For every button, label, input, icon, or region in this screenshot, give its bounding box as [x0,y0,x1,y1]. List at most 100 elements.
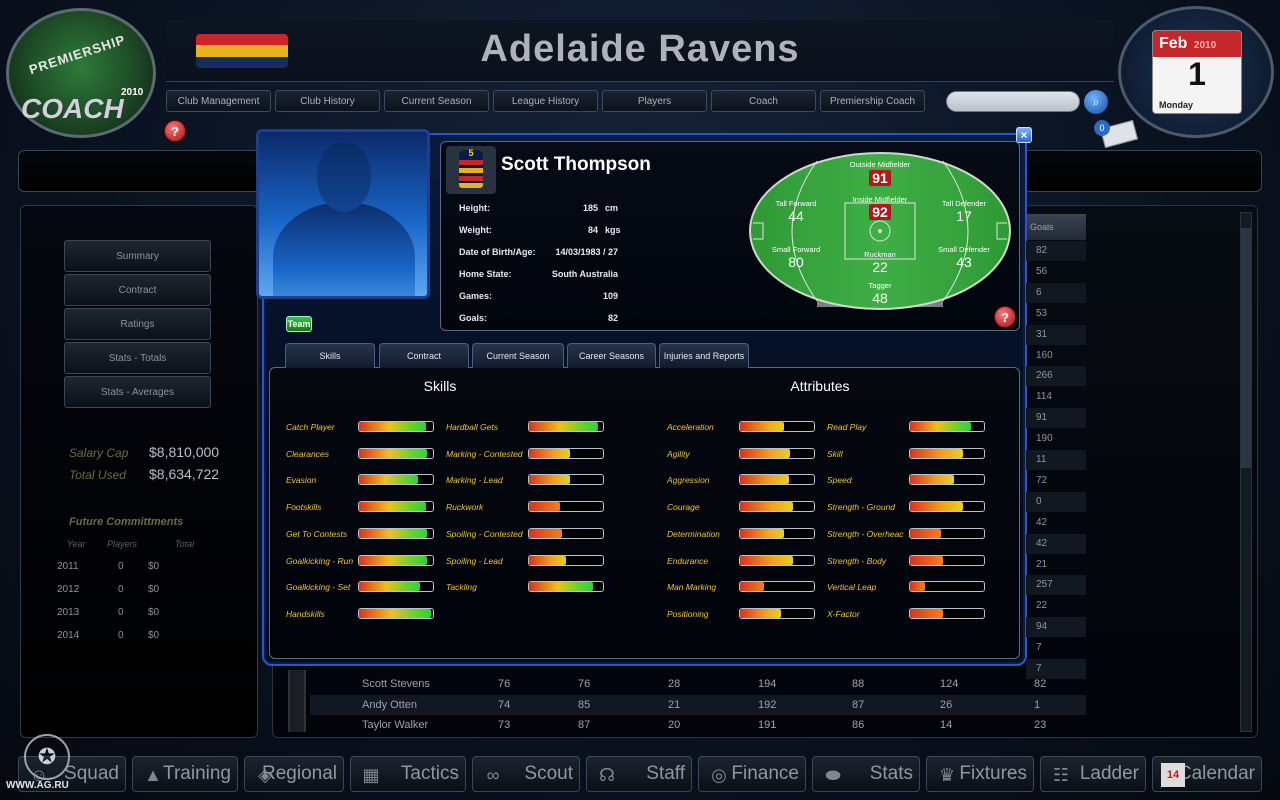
goals-cell: 11 [1036,454,1047,465]
nav-tactics[interactable]: ▦ Tactics [350,756,466,792]
info-unit: kgs [605,225,621,235]
close-icon[interactable]: × [1016,127,1032,143]
table-cell: 14 [940,719,953,731]
attribute-bar-aggression [739,474,815,486]
attribute-bar-fill [740,608,781,618]
skill-label-clearances: Clearances [286,448,329,459]
future-cell: 0 [118,607,124,618]
future-header-year: Year [67,539,86,549]
skill-label-handskills: Handskills [286,608,325,619]
stats-totals-button[interactable]: Stats - Totals [64,342,211,374]
attribute-label-strength-overheac: Strength - Overheac [827,528,904,539]
nav-calendar[interactable]: 14 Calendar [1152,756,1262,792]
search-input[interactable] [946,91,1080,112]
position-value-tagger: 48 [872,290,888,306]
attribute-bar-fill [910,608,944,618]
table-row[interactable]: Andy Otten 74 85 21 192 87 26 1 [310,694,1086,715]
attribute-label-x-factor: X-Factor [827,608,860,619]
skill-bar-tackling [528,581,604,593]
table-cell: 26 [940,698,953,711]
ratings-button[interactable]: Ratings [64,308,211,340]
attribute-label-skill: Skill [827,448,843,459]
player-portrait [256,129,430,299]
nav-finance[interactable]: ◎ Finance [698,756,806,792]
nav-staff[interactable]: ☊ Staff [586,756,692,792]
contract-button[interactable]: Contract [64,274,211,306]
team-button[interactable]: Team [286,316,312,332]
table-cell: Andy Otten [362,698,418,711]
future-cell: 0 [118,561,124,572]
info-label: Height: [459,203,490,213]
position-help-icon[interactable]: ? [994,306,1016,328]
stats-averages-button[interactable]: Stats - Averages [64,376,211,408]
nav-players[interactable]: Players [602,90,707,112]
cone-icon: ▲ [144,765,162,785]
column-header-goals[interactable]: Goals [1026,214,1086,240]
flag-stripe [196,45,288,57]
attribute-bar-fill [910,528,942,538]
table-cell: Taylor Walker [362,719,429,731]
future-cell: 0 [118,584,124,595]
goals-cell: 82 [1036,245,1048,256]
attribute-label-endurance: Endurance [667,555,709,566]
table-cell: 87 [578,719,591,731]
nav-coach[interactable]: Coach [711,90,816,112]
search-icon[interactable]: ⌕ [1084,90,1108,114]
skill-bar-fill [359,422,426,431]
nav-ladder[interactable]: ☷ Ladder [1040,756,1146,792]
goals-cell: 21 [1036,558,1048,570]
future-header-players: Players [107,539,138,549]
tab-injuries-and-reports[interactable]: Injuries and Reports [659,343,749,368]
tab-career-seasons[interactable]: Career Seasons [567,343,656,368]
skill-bar-fill [529,448,570,458]
future-cell: 2012 [57,584,80,595]
tab-current-season[interactable]: Current Season [472,343,564,368]
table-cell: 192 [758,698,777,711]
game-logo: PREMIERSHIP COACH 2010 [6,8,156,138]
headset-icon: ☊ [599,765,615,785]
total-used-value: $8,634,722 [149,466,220,482]
nav-fixtures[interactable]: ♛ Fixtures [926,756,1034,792]
mail-icon[interactable]: 0 [1094,119,1139,149]
nav-club-management[interactable]: Club Management [166,90,271,112]
info-value: 82 [607,313,618,323]
table-row[interactable]: Taylor Walker 73 87 20 191 86 14 23 [310,715,1086,735]
skills-heading: Skills [423,378,457,394]
nav-league-history[interactable]: League History [493,90,598,112]
table-cell: 21 [668,698,681,711]
skill-label-spoiling-contested: Spoiling - Contested [446,528,523,539]
attribute-bar-courage [739,501,815,513]
goals-cell: 22 [1036,600,1048,612]
calendar-widget[interactable]: Feb 2010 1 Monday [1152,30,1242,114]
nav-premiership-coach[interactable]: Premiership Coach [820,90,925,112]
summary-button[interactable]: Summary [64,240,211,272]
nav-label: Staff [646,763,685,784]
nav-regional[interactable]: ◈ Regional [244,756,344,792]
nav-club-history[interactable]: Club History [275,90,380,112]
attribute-bar-fill [910,448,964,458]
help-icon[interactable]: ? [164,120,186,142]
silhouette-head [317,142,371,212]
nav-scout[interactable]: ∞ Scout [472,756,580,792]
position-label-tagger: Tagger [868,281,892,290]
goals-cell: 257 [1036,579,1053,591]
skill-bar-ruckwork [528,501,604,513]
nav-label: Finance [731,763,799,784]
tab-skills[interactable]: Skills [285,343,375,368]
nav-training[interactable]: ▲ Training [132,756,238,792]
info-label: Weight: [459,225,492,235]
attribute-label-man-marking: Man Marking [667,582,717,593]
position-label-tall-defender: Tall Defender [941,199,987,208]
table-cell: 28 [668,678,681,690]
scrollbar-thumb[interactable] [1241,228,1251,468]
table-cell: 124 [940,678,959,690]
nav-current-season[interactable]: Current Season [384,90,489,112]
goals-cell: 190 [1036,433,1053,445]
skill-bar-footskills [358,501,434,513]
position-value-small-defender: 43 [956,254,972,270]
tab-contract[interactable]: Contract [379,343,469,368]
position-value-outside-midfielder: 91 [869,170,891,186]
nav-label: Scout [524,763,573,784]
nav-stats[interactable]: ⬬ Stats [812,756,920,792]
table-row[interactable]: Scott Stevens 76 76 28 194 88 124 82 [310,674,1086,694]
